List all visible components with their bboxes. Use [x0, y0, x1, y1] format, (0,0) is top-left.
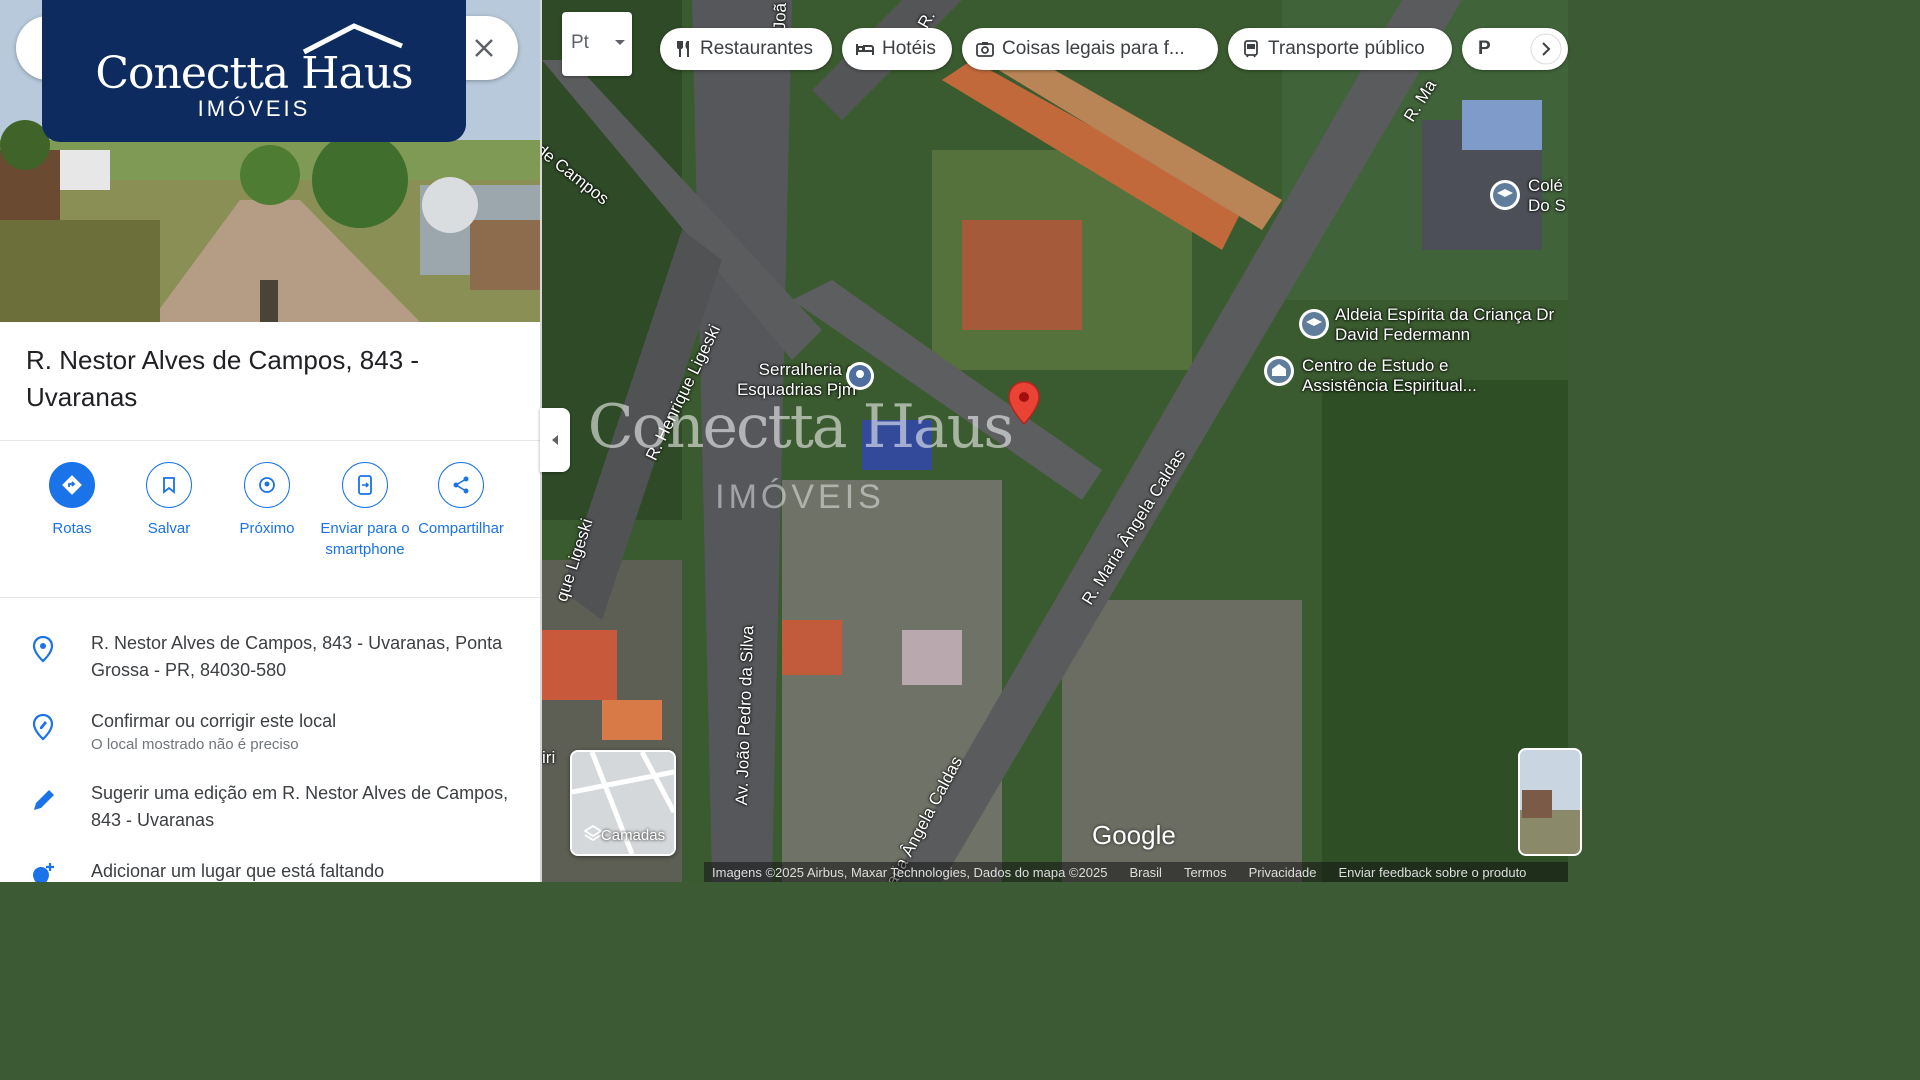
street-view-photo[interactable]: Conectta Haus IMÓVEIS [0, 0, 540, 322]
close-icon[interactable] [472, 36, 496, 60]
map-footer: Imagens ©2025 Airbus, Maxar Technologies… [704, 862, 1568, 882]
brand-logo: Conectta Haus IMÓVEIS [42, 0, 466, 142]
satellite-imagery [542, 0, 1568, 882]
hotel-icon [856, 44, 874, 55]
poi-aldeia-label[interactable]: Aldeia Espírita da Criança Dr David Fede… [1335, 305, 1560, 345]
street-view-thumbnail[interactable] [1518, 748, 1582, 856]
civic-pin-icon[interactable] [1262, 354, 1296, 388]
directions-icon [49, 462, 95, 508]
location-edit-icon [32, 713, 54, 741]
layers-label: Camadas [600, 827, 666, 844]
place-title: R. Nestor Alves de Campos, 843 - Uvarana… [26, 345, 420, 412]
add-place-text: Adicionar um lugar que está faltando [91, 861, 385, 881]
restaurant-icon [677, 41, 689, 57]
language-label: Pt [571, 32, 589, 53]
logo-subtitle: IMÓVEIS [197, 96, 311, 121]
divider [0, 440, 540, 441]
chevron-right-icon[interactable] [1530, 33, 1562, 65]
confirm-location-sub: O local mostrado não é preciso [91, 736, 299, 753]
chip-parking-label: P [1478, 38, 1491, 59]
footer-country[interactable]: Brasil [1129, 865, 1162, 880]
chevron-left-icon [552, 435, 558, 445]
transit-icon [1244, 40, 1258, 58]
pencil-icon [34, 790, 54, 810]
place-panel: Conectta Haus IMÓVEIS R. Nestor Alves de… [0, 0, 542, 882]
footer-privacy-link[interactable]: Privacidade [1249, 865, 1317, 880]
poi-centro-label[interactable]: Centro de Estudo e Assistência Espiritua… [1302, 356, 1502, 396]
add-place-icon [33, 863, 54, 882]
chip-things-to-do[interactable]: Coisas legais para f... [962, 28, 1218, 70]
street-label-iri: iri [542, 748, 556, 767]
confirm-location-label: Confirmar ou corrigir este local [91, 711, 337, 731]
chip-parking[interactable]: P [1462, 28, 1568, 70]
logo-name: Conectta Haus [95, 48, 413, 99]
share-label: Compartilhar [418, 520, 504, 537]
chip-restaurants[interactable]: Restaurantes [660, 28, 832, 70]
collapse-panel-button[interactable] [540, 408, 570, 472]
bookmark-icon [146, 462, 192, 508]
save-button[interactable]: Salvar [120, 462, 218, 539]
poi-pin-icon[interactable] [844, 360, 876, 392]
send-to-phone-button[interactable]: Enviar para o smartphone [316, 462, 414, 560]
send-to-phone-label: Enviar para o smartphone [320, 520, 410, 558]
poi-colegio-label[interactable]: Colé Do S [1528, 176, 1568, 216]
street-label-joa: Joã [770, 2, 790, 31]
satellite-map[interactable]: de Campos R. Henrique Ligeski que Ligesk… [542, 0, 1568, 882]
address-text: R. Nestor Alves de Campos, 843 - Uvarana… [91, 633, 503, 680]
save-label: Salvar [147, 520, 191, 537]
poi-aldeia-text: Aldeia Espírita da Criança Dr David Fede… [1335, 305, 1555, 344]
chip-transit-label: Transporte público [1268, 38, 1425, 59]
confirm-location-text: Confirmar ou corrigir este local O local… [91, 708, 511, 755]
nearby-label: Próximo [239, 520, 295, 537]
poi-serralheria-label[interactable]: Serralheria e Esquadrias Pjm [706, 360, 856, 400]
school-pin-icon[interactable] [1297, 307, 1331, 341]
share-button[interactable]: Compartilhar [412, 462, 510, 539]
share-icon [438, 462, 484, 508]
directions-label: Rotas [52, 520, 92, 537]
chip-hotels[interactable]: Hotéis [842, 28, 952, 70]
nearby-button[interactable]: Próximo [218, 462, 316, 539]
footer-feedback-link[interactable]: Enviar feedback sobre o produto [1339, 865, 1527, 880]
language-switch[interactable]: Pt [562, 12, 632, 76]
selected-location-marker[interactable] [1006, 380, 1042, 428]
chip-things-to-do-label: Coisas legais para f... [1002, 38, 1185, 59]
directions-button[interactable]: Rotas [23, 462, 121, 539]
chip-transit[interactable]: Transporte público [1228, 28, 1452, 70]
camera-icon [976, 42, 994, 57]
imagery-credits: Imagens ©2025 Airbus, Maxar Technologies… [712, 864, 1108, 880]
chevron-down-icon [615, 40, 625, 45]
layers-button[interactable]: Camadas [570, 750, 676, 856]
chip-hotels-label: Hotéis [882, 38, 936, 59]
nearby-icon [244, 462, 290, 508]
divider [0, 597, 540, 598]
chip-restaurants-label: Restaurantes [700, 38, 814, 59]
suggest-edit-text: Sugerir uma edição em R. Nestor Alves de… [91, 783, 509, 830]
location-pin-icon [32, 635, 54, 663]
send-to-phone-icon [342, 462, 388, 508]
google-logo: Google [1092, 820, 1176, 850]
street-view-preview [1520, 750, 1580, 854]
college-pin-icon[interactable] [1488, 178, 1522, 212]
footer-terms-link[interactable]: Termos [1184, 865, 1227, 880]
